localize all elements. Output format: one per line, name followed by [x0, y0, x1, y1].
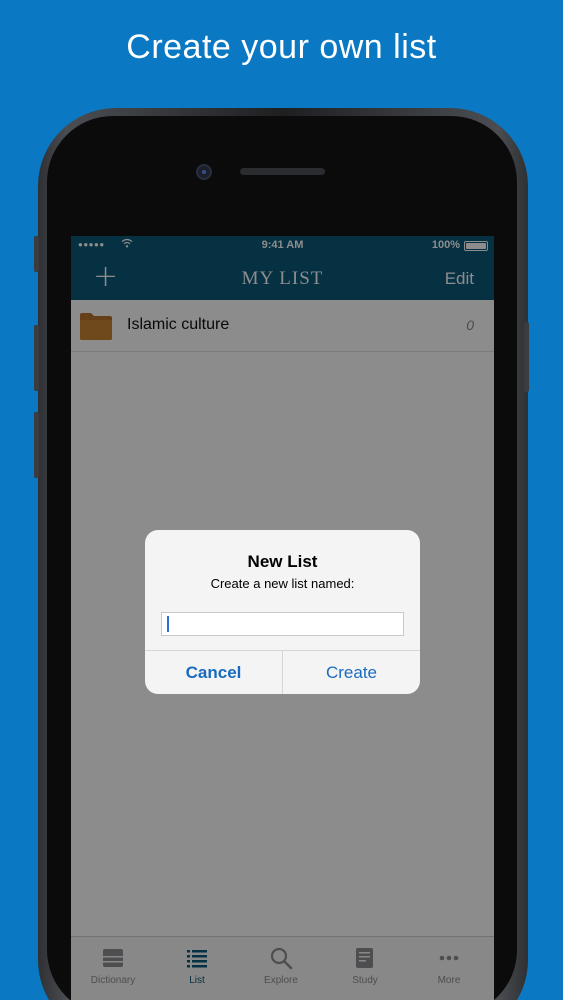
phone-screen: ●●●●● 9:41 AM 100% + MY LIST Edit Islami…: [71, 236, 494, 1000]
list-name-input[interactable]: [161, 612, 404, 636]
cancel-button[interactable]: Cancel: [145, 651, 282, 694]
new-list-dialog: New List Create a new list named: Cancel…: [145, 530, 420, 694]
front-camera: [196, 164, 212, 180]
mute-switch: [34, 236, 39, 272]
dialog-message: Create a new list named:: [210, 576, 355, 591]
volume-up-button: [34, 325, 39, 391]
dialog-title: New List: [247, 552, 318, 571]
earpiece-speaker: [240, 168, 325, 175]
volume-down-button: [34, 412, 39, 478]
text-cursor: [167, 616, 169, 632]
create-button[interactable]: Create: [283, 651, 420, 694]
headline: Create your own list: [126, 28, 437, 66]
power-button: [524, 322, 529, 392]
